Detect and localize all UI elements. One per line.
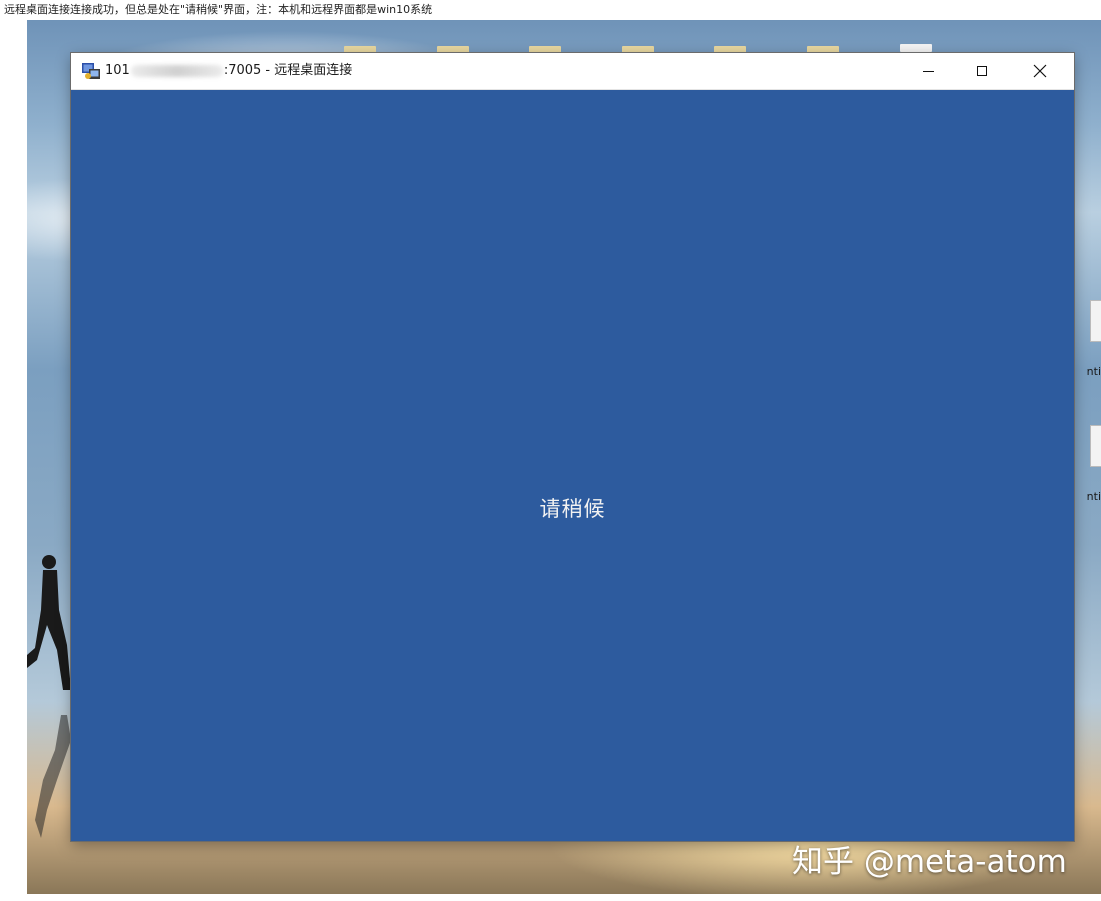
redacted-address	[130, 64, 223, 77]
minimize-button[interactable]	[905, 53, 951, 89]
post-caption: 远程桌面连接连接成功，但总是处在"请稍候"界面，注：本机和远程界面都是win10…	[4, 3, 433, 16]
minimize-icon	[922, 70, 934, 72]
window-title-suffix: :7005 - 远程桌面连接	[223, 63, 353, 78]
window-titlebar[interactable]: 101 :7005 - 远程桌面连接	[71, 53, 1074, 90]
window-title: 101 :7005 - 远程桌面连接	[105, 53, 352, 89]
close-icon	[1033, 64, 1047, 78]
desktop-widget[interactable]	[1090, 300, 1101, 342]
desktop-widget-label: nti	[1086, 365, 1101, 378]
runner-silhouette	[27, 555, 71, 690]
runner-reflection	[35, 715, 71, 838]
remote-session-area[interactable]: 请稍候	[71, 90, 1074, 841]
desktop-widget[interactable]	[1090, 425, 1101, 467]
maximize-button[interactable]	[959, 53, 1005, 89]
remote-desktop-window[interactable]: 101 :7005 - 远程桌面连接 请稍候	[71, 53, 1074, 841]
remote-desktop-icon	[82, 63, 100, 79]
watermark: 知乎 @meta-atom	[792, 844, 1067, 880]
window-title-prefix: 101	[105, 63, 130, 78]
desktop-icon[interactable]	[900, 44, 932, 52]
maximize-icon	[977, 66, 987, 76]
please-wait-status: 请稍候	[539, 497, 606, 521]
close-button[interactable]	[1017, 53, 1063, 89]
desktop-widget-label: nti	[1086, 490, 1101, 503]
